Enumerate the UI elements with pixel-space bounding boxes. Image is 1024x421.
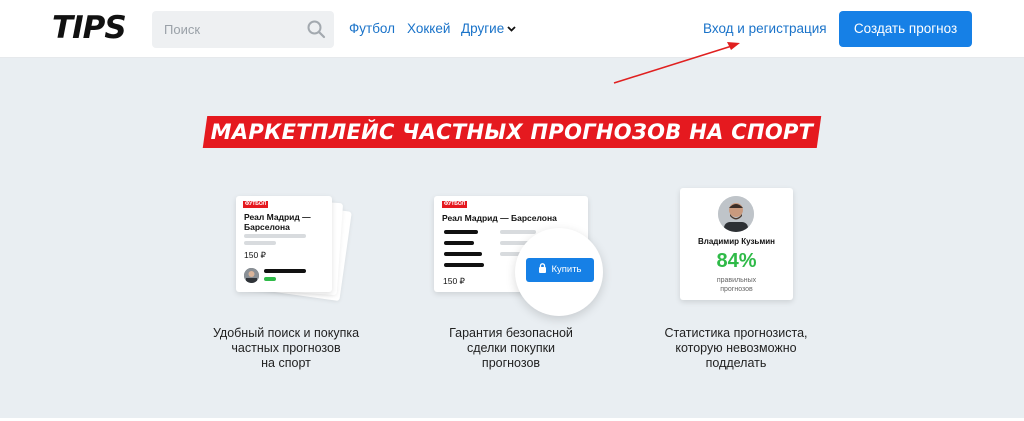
hero-banner-title: МАРКЕТПЛЕЙС ЧАСТНЫХ ПРОГНОЗОВ НА СПОРТ [210, 120, 814, 144]
forecast-line [444, 230, 478, 234]
tipster-badge [264, 277, 276, 281]
tipster-name: Владимир Кузьмин [697, 237, 776, 246]
placeholder-line [244, 241, 276, 245]
sport-tag: ФУТБОЛ [243, 201, 269, 208]
feature-caption-2: Гарантия безопасной сделки покупки прогн… [449, 326, 573, 370]
forecast-line [444, 263, 484, 267]
accuracy-percent: 84% [716, 250, 757, 272]
nav-other-label: Другие [461, 21, 505, 36]
nav-other-dropdown[interactable]: Другие [461, 21, 516, 36]
forecast-line [444, 241, 474, 245]
tipster-avatar [244, 268, 259, 283]
logo[interactable]: TIPS [52, 10, 127, 46]
feature-caption-3: Статистика прогнозиста, которую невозмож… [664, 326, 808, 370]
top-header: TIPS Поиск Футбол Хоккей Другие Вход и р… [0, 0, 1024, 58]
buy-button-label: Купить [551, 264, 582, 275]
match-title: Реал Мадрид — Барселона [244, 212, 311, 232]
feature-caption-1: Удобный поиск и покупка частных прогнозо… [212, 326, 360, 370]
search-input[interactable]: Поиск [152, 11, 334, 48]
placeholder-line [244, 234, 306, 238]
search-placeholder: Поиск [164, 22, 201, 37]
match-title: Реал Мадрид — Барселона [442, 213, 557, 223]
price: 150 ₽ [244, 250, 266, 260]
nav-hockey[interactable]: Хоккей [407, 21, 450, 36]
accuracy-label: правильных прогнозов [716, 277, 757, 293]
nav-football[interactable]: Футбол [349, 21, 395, 36]
login-register-link[interactable]: Вход и регистрация [703, 21, 827, 36]
lock-icon [539, 263, 547, 273]
price: 150 ₽ [443, 276, 465, 286]
chevron-down-icon [507, 26, 516, 32]
tipster-photo [718, 196, 754, 232]
tipster-name-line [264, 269, 306, 273]
forecast-line [500, 230, 536, 234]
buy-button[interactable]: Купить [526, 258, 594, 282]
search-icon[interactable] [306, 19, 326, 39]
sport-tag: ФУТБОЛ [442, 201, 468, 208]
forecast-line [444, 252, 482, 256]
create-forecast-button[interactable]: Создать прогноз [839, 11, 972, 47]
